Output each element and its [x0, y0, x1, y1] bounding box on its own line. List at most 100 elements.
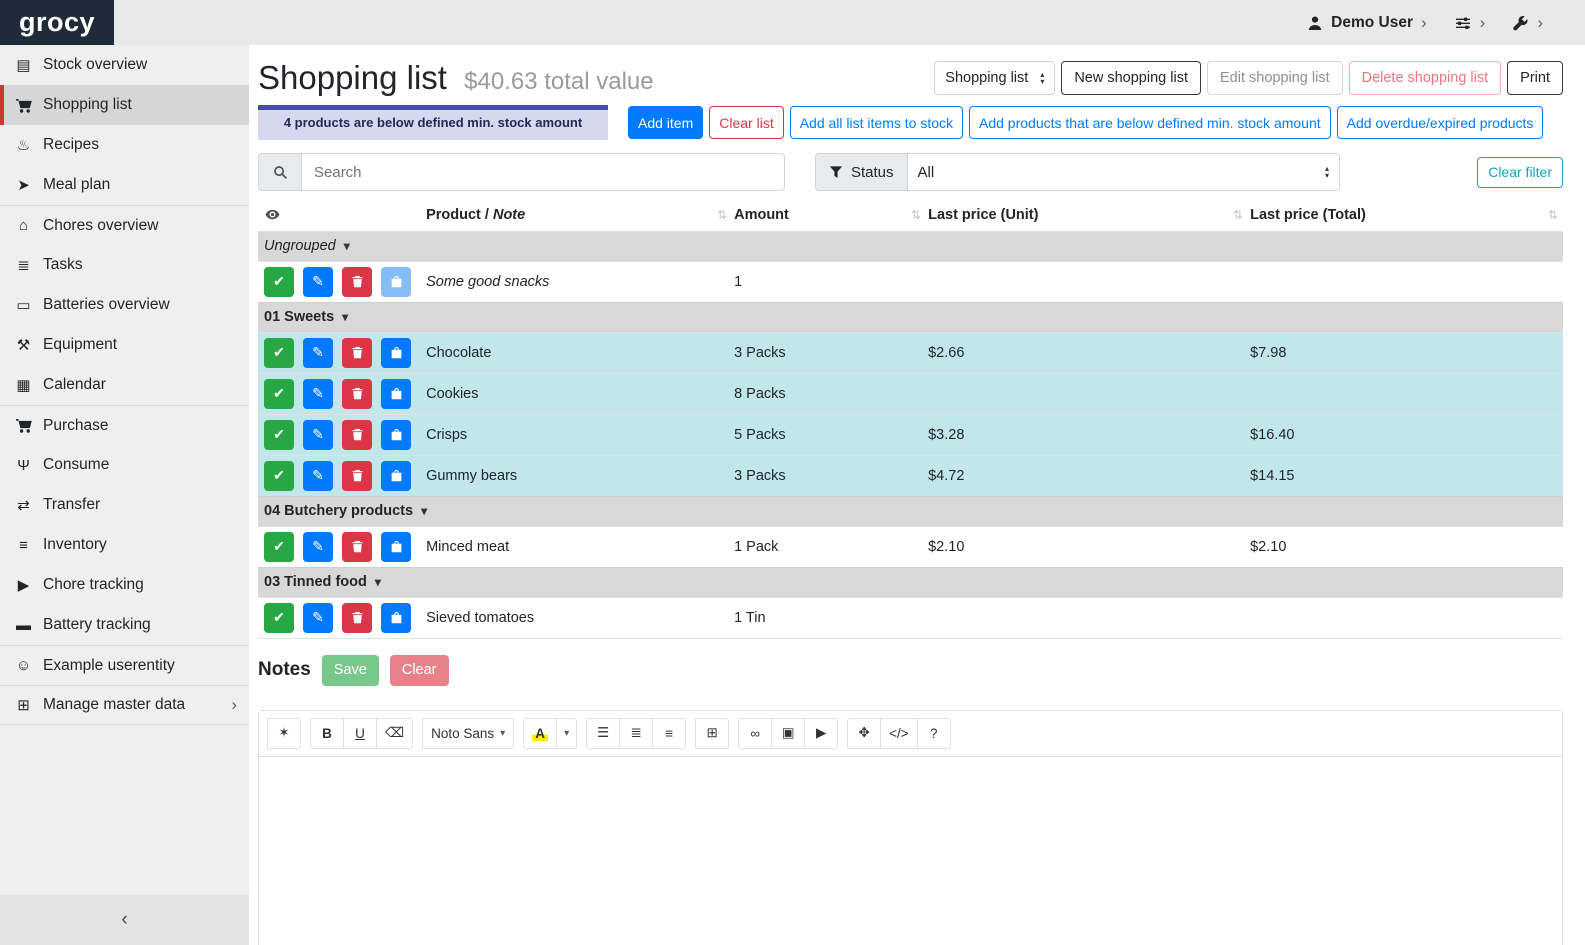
column-header-last-price-total[interactable]: Last price (Total)⇅ [1248, 203, 1563, 231]
status-filter-label: Status [815, 153, 907, 191]
bold-button[interactable]: B [310, 718, 344, 749]
play-icon: ▶ [13, 576, 34, 594]
notes-editor-content[interactable] [259, 757, 1562, 945]
row-delete-button[interactable] [342, 603, 372, 633]
row-add-to-stock-button[interactable] [381, 267, 411, 297]
row-edit-button[interactable]: ✎ [303, 532, 333, 562]
sidebar-item-batteries-overview[interactable]: ▭ Batteries overview [0, 285, 249, 325]
sidebar-item-tasks[interactable]: ≣ Tasks [0, 245, 249, 285]
status-select[interactable]: All ▴▾ [907, 153, 1340, 191]
sidebar-item-shopping-list[interactable]: Shopping list [0, 85, 249, 125]
new-shopping-list-button[interactable]: New shopping list [1061, 61, 1201, 95]
font-family-button[interactable]: Noto Sans ▾ [422, 718, 514, 749]
column-header-amount[interactable]: Amount⇅ [732, 203, 926, 231]
row-done-button[interactable]: ✔ [264, 267, 294, 297]
user-menu[interactable]: Demo User › [1307, 13, 1427, 33]
insert-video-button[interactable]: ▶ [804, 718, 838, 749]
code-view-button[interactable]: </> [880, 718, 918, 749]
group-header-row[interactable]: 01 Sweets▾ [258, 302, 1563, 332]
magic-style-button[interactable]: ✶ [267, 718, 301, 749]
clear-filter-button[interactable]: Clear filter [1477, 157, 1563, 188]
add-all-to-stock-button[interactable]: Add all list items to stock [790, 106, 963, 139]
row-done-button[interactable]: ✔ [264, 379, 294, 409]
group-header-row[interactable]: 03 Tinned food▾ [258, 567, 1563, 597]
sidebar-item-manage-master-data[interactable]: ⊞ Manage master data › [0, 685, 249, 725]
sidebar-item-recipes[interactable]: ♨ Recipes [0, 125, 249, 165]
row-add-to-stock-button[interactable] [381, 379, 411, 409]
row-done-button[interactable]: ✔ [264, 532, 294, 562]
sidebar-item-consume[interactable]: Ψ Consume [0, 445, 249, 485]
underline-button[interactable]: U [343, 718, 377, 749]
toggle-done-visibility-button[interactable] [258, 203, 424, 231]
sidebar-item-transfer[interactable]: ⇄ Transfer [0, 485, 249, 525]
column-header-product[interactable]: Product / Note⇅ [424, 203, 732, 231]
delete-shopping-list-button[interactable]: Delete shopping list [1349, 61, 1502, 95]
last-price-unit-cell: $3.28 [926, 414, 1248, 455]
row-done-button[interactable]: ✔ [264, 338, 294, 368]
help-button[interactable]: ? [917, 718, 951, 749]
row-edit-button[interactable]: ✎ [303, 267, 333, 297]
font-color-button[interactable]: A [523, 718, 557, 749]
row-add-to-stock-button[interactable] [381, 603, 411, 633]
notes-save-button[interactable]: Save [322, 655, 379, 686]
group-header-row[interactable]: Ungrouped▾ [258, 231, 1563, 261]
row-add-to-stock-button[interactable] [381, 420, 411, 450]
row-edit-button[interactable]: ✎ [303, 338, 333, 368]
utensils-icon: Ψ [13, 457, 34, 474]
insert-table-button[interactable]: ⊞ [695, 718, 729, 749]
sidebar-item-purchase[interactable]: Purchase [0, 405, 249, 445]
sidebar-item-meal-plan[interactable]: ➤ Meal plan [0, 165, 249, 205]
ordered-list-button[interactable]: ≣ [619, 718, 653, 749]
row-delete-button[interactable] [342, 379, 372, 409]
row-delete-button[interactable] [342, 338, 372, 368]
row-edit-button[interactable]: ✎ [303, 461, 333, 491]
unordered-list-button[interactable]: ☰ [586, 718, 620, 749]
row-delete-button[interactable] [342, 267, 372, 297]
add-item-button[interactable]: Add item [628, 106, 703, 139]
shopping-bag-icon [390, 540, 403, 553]
insert-link-button[interactable]: ∞ [738, 718, 772, 749]
clear-formatting-button[interactable]: ⌫ [376, 718, 413, 749]
row-add-to-stock-button[interactable] [381, 338, 411, 368]
row-add-to-stock-button[interactable] [381, 461, 411, 491]
paragraph-align-button[interactable]: ≡ [652, 718, 686, 749]
sidebar-item-equipment[interactable]: ⚒ Equipment [0, 325, 249, 365]
sidebar-item-calendar[interactable]: ▦ Calendar [0, 365, 249, 405]
font-color-dropdown-button[interactable]: ▾ [556, 718, 577, 749]
sidebar-item-stock-overview[interactable]: ▤ Stock overview [0, 45, 249, 85]
app-logo[interactable]: grocy [0, 0, 114, 45]
fullscreen-button[interactable]: ✥ [847, 718, 881, 749]
row-done-button[interactable]: ✔ [264, 461, 294, 491]
row-edit-button[interactable]: ✎ [303, 379, 333, 409]
clear-list-button[interactable]: Clear list [709, 106, 783, 139]
column-header-last-price-unit[interactable]: Last price (Unit)⇅ [926, 203, 1248, 231]
check-icon: ✔ [273, 385, 285, 402]
add-overdue-button[interactable]: Add overdue/expired products [1337, 106, 1544, 139]
sidebar-item-chores-overview[interactable]: ⌂ Chores overview [0, 205, 249, 245]
row-delete-button[interactable] [342, 461, 372, 491]
admin-menu[interactable]: › [1512, 13, 1543, 33]
row-edit-button[interactable]: ✎ [303, 420, 333, 450]
insert-picture-button[interactable]: ▣ [771, 718, 805, 749]
edit-shopping-list-button[interactable]: Edit shopping list [1207, 61, 1343, 95]
row-delete-button[interactable] [342, 420, 372, 450]
search-input[interactable] [301, 153, 785, 191]
row-done-button[interactable]: ✔ [264, 603, 294, 633]
shopping-list-select[interactable]: Shopping list ▴▾ [934, 61, 1055, 95]
sidebar-item-example-userentity[interactable]: ☺ Example userentity [0, 645, 249, 685]
add-below-min-stock-button[interactable]: Add products that are below defined min.… [969, 106, 1331, 139]
row-delete-button[interactable] [342, 532, 372, 562]
sidebar-collapse-button[interactable]: ‹ [0, 895, 249, 945]
print-button[interactable]: Print [1507, 61, 1563, 95]
notes-clear-button[interactable]: Clear [390, 655, 449, 686]
sidebar-item-chore-tracking[interactable]: ▶ Chore tracking [0, 565, 249, 605]
row-edit-button[interactable]: ✎ [303, 603, 333, 633]
quick-settings-menu[interactable]: › [1454, 13, 1486, 33]
row-done-button[interactable]: ✔ [264, 420, 294, 450]
sidebar-item-battery-tracking[interactable]: ▬ Battery tracking [0, 605, 249, 645]
sort-icon: ⇅ [1233, 208, 1243, 222]
sidebar-item-label: Chore tracking [43, 576, 144, 594]
sidebar-item-inventory[interactable]: ≡ Inventory [0, 525, 249, 565]
row-add-to-stock-button[interactable] [381, 532, 411, 562]
group-header-row[interactable]: 04 Butchery products▾ [258, 496, 1563, 526]
